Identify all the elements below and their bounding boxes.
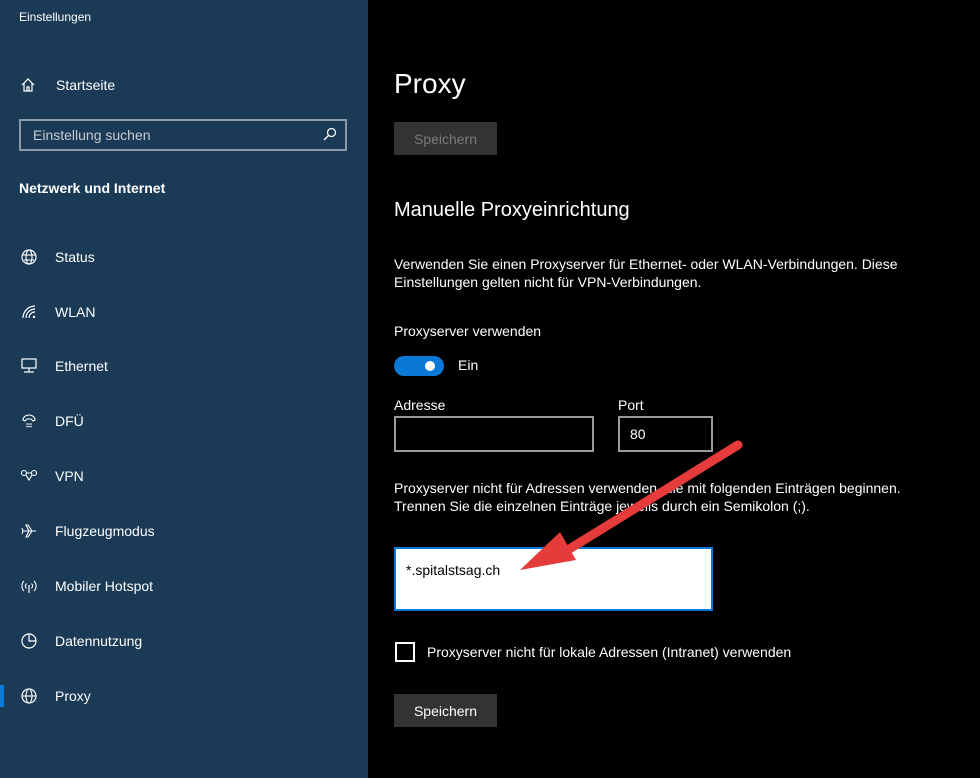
save-button[interactable]: Speichern — [394, 694, 497, 727]
sidebar-item-ethernet[interactable]: Ethernet — [0, 346, 368, 386]
toggle-state-label: Ein — [458, 357, 479, 373]
section-title: Netzwerk und Internet — [19, 180, 166, 196]
airplane-icon — [21, 524, 36, 538]
exceptions-description: Proxyserver nicht für Adressen verwenden… — [394, 480, 901, 514]
sidebar-home-label: Startseite — [56, 77, 116, 93]
data-usage-icon — [21, 633, 37, 649]
sidebar-item-wlan[interactable]: WLAN — [0, 292, 368, 332]
sidebar-item-label: Datennutzung — [55, 633, 143, 649]
sidebar-item-dfu[interactable]: DFÜ — [0, 401, 368, 441]
wifi-icon — [22, 305, 36, 319]
sidebar-item-hotspot[interactable]: Mobiler Hotspot — [0, 566, 368, 606]
toggle-knob — [425, 361, 435, 371]
sidebar: Einstellungen Startseite Netzwerk und In… — [0, 0, 368, 778]
sidebar-item-vpn[interactable]: VPN — [0, 456, 368, 496]
use-proxy-label: Proxyserver verwenden — [394, 323, 542, 339]
sidebar-item-label: Flugzeugmodus — [55, 523, 155, 539]
page-title: Proxy — [394, 68, 466, 99]
exceptions-input[interactable]: *.spitalstsag.ch — [394, 547, 713, 611]
search-box[interactable] — [19, 119, 347, 151]
ethernet-icon — [21, 358, 37, 373]
sidebar-home[interactable]: Startseite — [20, 74, 115, 96]
sidebar-item-data-usage[interactable]: Datennutzung — [0, 621, 368, 661]
sidebar-item-status[interactable]: Status — [0, 237, 368, 277]
sidebar-item-airplane[interactable]: Flugzeugmodus — [0, 511, 368, 551]
selection-indicator — [0, 685, 4, 707]
local-addresses-label: Proxyserver nicht für lokale Adressen (I… — [427, 644, 792, 660]
sidebar-item-label: Mobiler Hotspot — [55, 578, 154, 594]
sidebar-item-label: Proxy — [55, 688, 91, 704]
proxy-description: Verwenden Sie einen Proxyserver für Ethe… — [394, 256, 898, 290]
port-input[interactable] — [618, 416, 713, 452]
sidebar-item-proxy[interactable]: Proxy — [0, 676, 368, 716]
vpn-icon — [20, 469, 38, 482]
section-heading: Manuelle Proxyeinrichtung — [394, 199, 630, 221]
globe-status-icon — [21, 249, 37, 265]
main-content: Proxy Speichern Manuelle Proxyeinrichtun… — [368, 0, 980, 778]
sidebar-item-label: Status — [55, 249, 95, 265]
globe-icon — [21, 688, 37, 704]
dialup-icon — [22, 414, 36, 428]
search-input[interactable] — [21, 121, 311, 149]
sidebar-item-label: Ethernet — [55, 358, 108, 374]
home-icon — [21, 78, 35, 92]
app-title: Einstellungen — [19, 10, 92, 24]
local-addresses-checkbox[interactable] — [395, 642, 415, 662]
search-icon[interactable] — [323, 127, 337, 141]
address-input[interactable] — [394, 416, 594, 452]
hotspot-icon — [21, 580, 37, 593]
port-label: Port — [618, 397, 644, 413]
sidebar-item-label: VPN — [55, 468, 84, 484]
top-save-button[interactable]: Speichern — [394, 122, 497, 155]
sidebar-item-label: WLAN — [55, 304, 96, 320]
address-label: Adresse — [394, 397, 446, 413]
use-proxy-toggle[interactable] — [394, 356, 444, 376]
sidebar-item-label: DFÜ — [55, 413, 84, 429]
